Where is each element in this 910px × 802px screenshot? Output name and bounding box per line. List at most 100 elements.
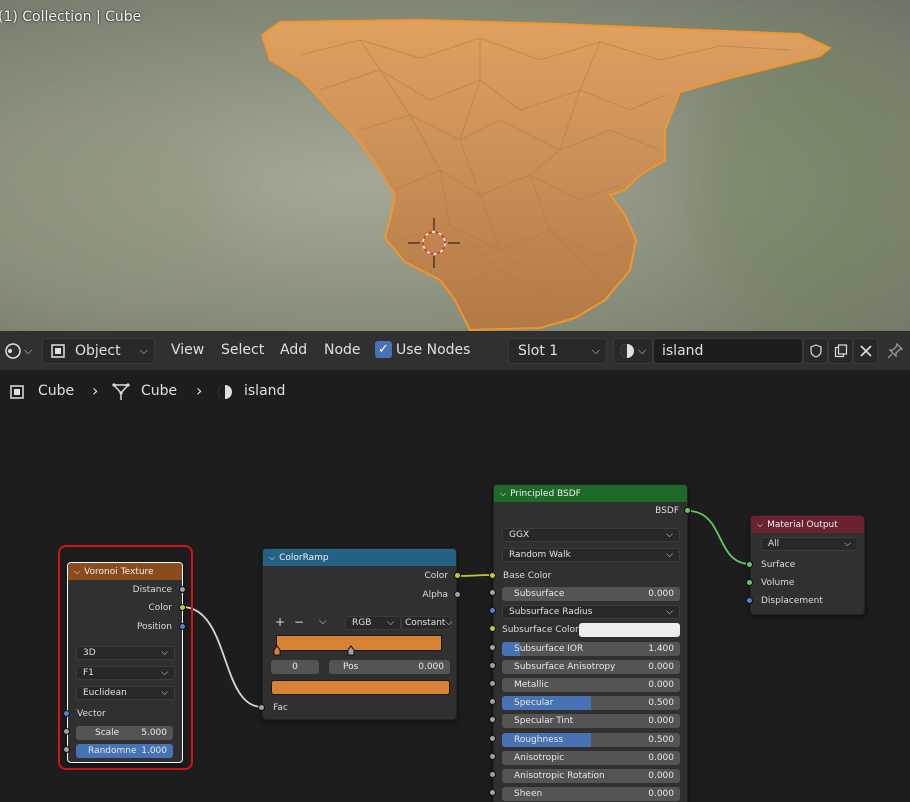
menu-select[interactable]: Select [221, 342, 264, 358]
voronoi-texture-node[interactable]: ⌵ Voronoi Texture Distance Color Positio… [67, 562, 183, 763]
socket-vector[interactable] [63, 710, 70, 717]
input-volume: Volume [761, 578, 795, 588]
stop-position-field[interactable]: Pos 0.000 [329, 660, 450, 674]
object-mode-icon [51, 344, 65, 358]
chevron-down-icon[interactable]: ⌵ [500, 489, 506, 499]
bsdf-input-subsurface[interactable]: Subsurface 0.000 [502, 587, 680, 601]
link-bsdf-to-surface [687, 510, 751, 565]
input-displacement: Displacement [761, 596, 823, 606]
node-header[interactable]: ⌵ Material Output [751, 516, 864, 533]
remove-stop-button[interactable]: − [294, 615, 304, 629]
pin-button[interactable] [886, 342, 904, 364]
material-browse-button[interactable]: ⌵ [613, 338, 653, 364]
principled-bsdf-node[interactable]: ⌵ Principled BSDF BSDF GGX ⌵ Random Walk ⌵… [493, 484, 688, 802]
use-nodes-checkbox[interactable]: ✓ [375, 341, 392, 358]
node-title: ColorRamp [279, 552, 329, 563]
socket-ramp-alpha-out[interactable] [454, 591, 461, 598]
socket-volume-in[interactable] [746, 579, 753, 586]
distribution-value: GGX [509, 530, 530, 540]
field-label: Anisotropic Rotation [514, 771, 605, 781]
socket-subsurface[interactable] [489, 589, 496, 596]
editor-type-button[interactable]: ⌵ [2, 338, 36, 364]
socket-bsdf-out[interactable] [684, 507, 691, 514]
socket-subsurface-ior[interactable] [489, 643, 496, 651]
stop-color-swatch[interactable] [271, 680, 450, 695]
menu-view[interactable]: View [171, 342, 204, 358]
feature-select[interactable]: F1 ⌵ [76, 666, 175, 680]
bsdf-input-roughness[interactable]: Roughness 0.500 [502, 732, 680, 747]
colorramp-node[interactable]: ⌵ ColorRamp Color Alpha + − ⌵ RGB ⌵ Const… [262, 548, 457, 720]
input-surface: Surface [761, 560, 796, 570]
socket-base-color-in[interactable] [489, 572, 496, 579]
node-header[interactable]: ⌵ Voronoi Texture [68, 563, 182, 580]
chevron-down-icon[interactable]: ⌵ [74, 567, 80, 577]
bsdf-input-subsurface-ior[interactable]: Subsurface IOR 1.400 [502, 641, 680, 656]
socket-surface-in[interactable] [746, 561, 753, 568]
socket-scale[interactable] [63, 728, 70, 735]
chevron-down-icon: ⌵ [161, 668, 168, 678]
randomness-field[interactable]: Randomne 1.000 [76, 744, 173, 758]
subsurface-color-swatch[interactable] [579, 623, 680, 638]
3d-viewport[interactable]: (1) Collection | Cube [0, 0, 910, 331]
bsdf-input-subsurface-anisotropy[interactable]: Subsurface Anisotropy 0.000 [502, 659, 680, 674]
output-target-select[interactable]: All ⌵ [761, 537, 858, 551]
chevron-down-icon[interactable]: ⌵ [757, 520, 763, 530]
node-editor-icon [5, 343, 21, 359]
field-label: Pos [343, 662, 359, 672]
feature-value: F1 [83, 668, 94, 678]
mode-select[interactable]: Object ⌵ [42, 338, 155, 364]
bsdf-input-subsurface-color[interactable]: Subsurface Color [502, 623, 680, 638]
node-canvas[interactable]: ⌵ Voronoi Texture Distance Color Positio… [0, 411, 910, 802]
slot-select[interactable]: Slot 1 ⌵ [508, 338, 607, 364]
node-header[interactable]: ⌵ Principled BSDF [494, 485, 687, 502]
node-header[interactable]: ⌵ ColorRamp [263, 549, 456, 566]
field-value: 0.000 [648, 789, 674, 800]
menu-add[interactable]: Add [280, 342, 307, 358]
bsdf-input-anisotropic-rotation[interactable]: Anisotropic Rotation 0.000 [502, 769, 680, 783]
socket-anisotropic[interactable] [489, 752, 496, 760]
bsdf-input-subsurface-radius[interactable]: Subsurface Radius ⌵ [502, 605, 680, 620]
active-stop-index[interactable]: 0 [271, 660, 319, 674]
duplicate-material-button[interactable] [828, 338, 853, 364]
field-value: 0.500 [648, 734, 674, 745]
socket-metallic[interactable] [489, 680, 496, 687]
breadcrumb-mesh: Cube [141, 383, 178, 399]
socket-displacement-in[interactable] [746, 597, 753, 604]
bsdf-input-anisotropic[interactable]: Anisotropic 0.000 [502, 750, 680, 765]
bsdf-input-specular-tint[interactable]: Specular Tint 0.000 [502, 714, 680, 729]
material-name-field[interactable]: island [653, 338, 803, 364]
field-value: 0.000 [648, 752, 674, 763]
socket-fac-in[interactable] [258, 704, 265, 711]
socket-distance[interactable] [179, 586, 186, 593]
socket-roughness[interactable] [489, 734, 496, 742]
distance-metric-select[interactable]: Euclidean ⌵ [76, 686, 175, 700]
island-mesh[interactable] [0, 0, 910, 331]
field-value: 0.000 [648, 680, 674, 690]
bsdf-input-specular[interactable]: Specular 0.500 [502, 696, 680, 711]
add-stop-button[interactable]: + [275, 615, 285, 629]
color-mode-select[interactable]: RGB ⌵ [345, 616, 401, 630]
menu-node[interactable]: Node [324, 342, 361, 358]
ramp-stop-markers[interactable] [272, 645, 452, 657]
socket-color-out[interactable] [179, 604, 186, 611]
socket-anisotropic-rotation[interactable] [489, 771, 496, 778]
use-nodes-label[interactable]: Use Nodes [396, 342, 470, 358]
dimensions-select[interactable]: 3D ⌵ [76, 646, 175, 660]
socket-ramp-color-out[interactable] [454, 572, 461, 579]
distribution-select[interactable]: GGX ⌵ [502, 528, 680, 542]
fake-user-button[interactable] [803, 338, 828, 364]
scale-field[interactable]: Scale 5.000 [76, 726, 173, 740]
socket-subsurface-anisotropy[interactable] [489, 661, 496, 669]
interpolation-select[interactable]: Constant ⌵ [401, 616, 452, 630]
socket-randomness[interactable] [63, 746, 70, 753]
output-color: Color [424, 571, 449, 581]
bsdf-input-sheen[interactable]: Sheen 0.000 [502, 787, 680, 802]
ramp-menu-button[interactable]: ⌵ [319, 616, 327, 627]
material-output-node[interactable]: ⌵ Material Output All ⌵ Surface Volume Di… [750, 515, 865, 615]
socket-position[interactable] [179, 623, 186, 630]
unlink-material-button[interactable] [853, 338, 878, 364]
subsurface-method-select[interactable]: Random Walk ⌵ [502, 548, 680, 562]
bsdf-input-metallic[interactable]: Metallic 0.000 [502, 678, 680, 692]
chevron-down-icon[interactable]: ⌵ [269, 553, 275, 563]
output-distance: Distance [132, 585, 172, 595]
